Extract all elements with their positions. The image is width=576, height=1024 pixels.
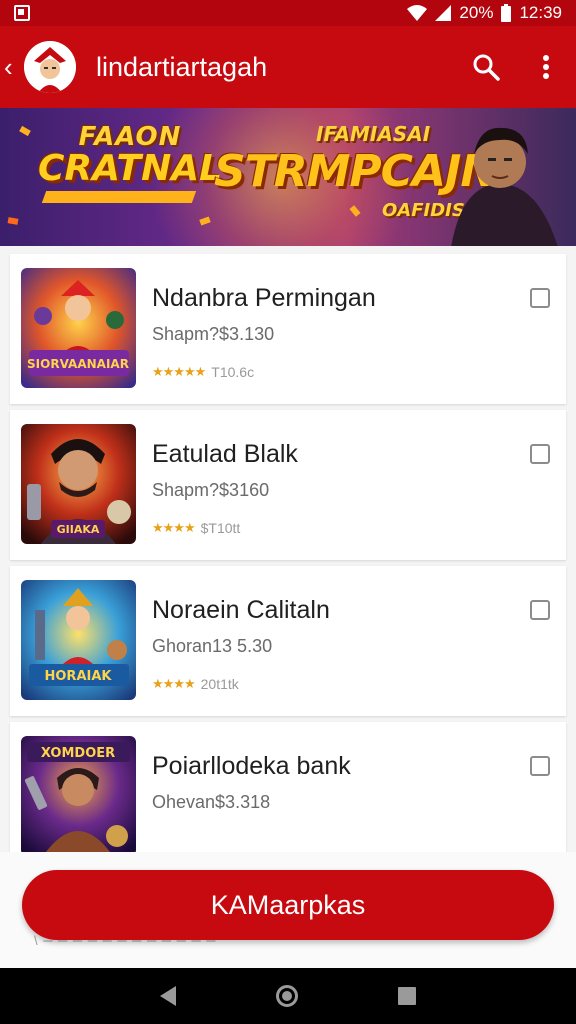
clock: 12:39 [519, 3, 562, 22]
rating-text: T10.6c [211, 364, 255, 380]
game-rating: ★★★★★ T10.6c [152, 364, 254, 380]
select-checkbox[interactable] [530, 444, 550, 464]
game-list: SIORVAANAIAR Ndanbra Permingan Shapm?$3.… [0, 246, 576, 866]
rating-stars: ★★★★★ [152, 364, 206, 379]
game-title: Eatulad Blalk [152, 440, 298, 468]
select-checkbox[interactable] [530, 600, 550, 620]
signal-icon [435, 5, 452, 21]
more-vert-icon [543, 55, 549, 79]
banner-mid-top: IFAMIASAI [316, 122, 431, 146]
game-rating: ★★★★ 20t1tk [152, 676, 239, 692]
select-checkbox[interactable] [530, 756, 550, 776]
rating-stars: ★★★★ [152, 520, 196, 535]
list-item[interactable]: GIIAKA Eatulad Blalk Shapm?$3160 ★★★★ $T… [10, 410, 566, 560]
system-nav-bar [0, 968, 576, 1024]
back-icon[interactable]: ‹ [4, 54, 22, 80]
thumb-text: HORAIAK [45, 669, 113, 684]
battery-text: 20% [459, 3, 494, 22]
game-thumbnail: SIORVAANAIAR [21, 268, 136, 388]
thumb-text: XOMDOER [41, 746, 115, 761]
game-price: Ghoran13 5.30 [152, 636, 273, 656]
more-button[interactable] [516, 37, 576, 97]
game-art-icon: SIORVAANAIAR [21, 268, 136, 388]
status-bar: 20% 12:39 [0, 0, 576, 26]
confetti [7, 217, 19, 225]
game-rating: ★★★★ $T10tt [152, 520, 240, 536]
rating-stars: ★★★★ [152, 676, 196, 691]
game-thumbnail: HORAIAK [21, 580, 136, 700]
nav-recent-apps-icon[interactable] [398, 987, 416, 1005]
banner-left-line2: CRATNAL [38, 148, 223, 189]
nav-home-inner [282, 991, 292, 1001]
confetti [19, 125, 31, 137]
banner-hero-icon [451, 127, 558, 246]
game-art-icon: HORAIAK [21, 580, 136, 700]
game-title: Noraein Calitaln [152, 596, 330, 624]
rating-text: $T10tt [200, 520, 241, 536]
primary-cta-button[interactable]: KAMaarpkas [22, 870, 554, 940]
game-art-icon: GIIAKA [21, 424, 136, 544]
promo-banner[interactable]: FAAON CRATNAL IFAMIASAI STRMPCAJN OAFIDI… [0, 108, 576, 246]
select-checkbox[interactable] [530, 288, 550, 308]
search-button[interactable] [456, 37, 516, 97]
game-thumbnail: XOMDOER [21, 736, 136, 856]
game-price: Ohevan$3.318 [152, 792, 271, 812]
search-icon [473, 54, 500, 81]
banner-left-title: FAAON CRATNAL [38, 122, 222, 203]
game-price: Shapm?$3160 [152, 480, 270, 500]
status-right: 20% 12:39 [407, 3, 562, 23]
banner-left-strip [41, 191, 197, 203]
list-item[interactable]: HORAIAK Noraein Calitaln Ghoran13 5.30 ★… [10, 566, 566, 716]
list-item[interactable]: XOMDOER Poiarllodeka bank Ohevan$3.318 [10, 722, 566, 866]
battery-icon [501, 4, 512, 22]
notification-icon [14, 5, 30, 21]
nav-home-icon[interactable] [276, 985, 298, 1007]
game-title: Ndanbra Permingan [152, 284, 376, 312]
status-left [14, 5, 30, 21]
list-item[interactable]: SIORVAANAIAR Ndanbra Permingan Shapm?$3.… [10, 254, 566, 404]
game-thumbnail: GIIAKA [21, 424, 136, 544]
thumb-text: GIIAKA [57, 523, 100, 536]
rating-text: 20t1tk [200, 676, 239, 692]
app-title: lindartiartagah [96, 51, 268, 82]
game-art-icon: XOMDOER [21, 736, 136, 856]
avatar-character-icon [24, 41, 76, 93]
game-price: Shapm?$3.130 [152, 324, 275, 344]
game-title: Poiarllodeka bank [152, 752, 351, 780]
avatar[interactable] [24, 41, 76, 93]
app-bar: ‹ lindartiartagah [0, 26, 576, 108]
nav-back-icon[interactable] [160, 986, 176, 1006]
wifi-icon [407, 5, 428, 21]
thumb-text: SIORVAANAIAR [27, 357, 129, 371]
